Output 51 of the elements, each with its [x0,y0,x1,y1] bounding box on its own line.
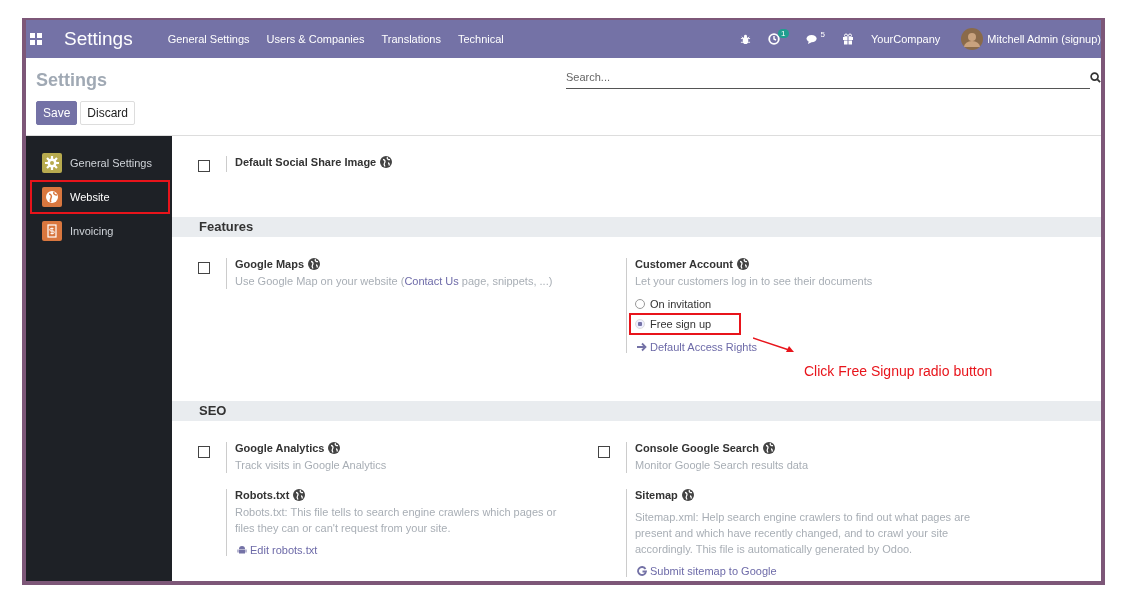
message-count: 5 [820,29,825,39]
menu-item[interactable]: Technical [457,33,504,45]
checkbox[interactable] [598,446,610,458]
radio-option[interactable]: On invitation [635,295,714,313]
checkbox[interactable] [198,446,210,458]
setting-description: Robots.txt: This file tells to search engine crawlers which pages or files they can or can't request from your site. [235,505,558,536]
page-title: Settings [36,70,108,91]
setting-title: Google Analytics [235,442,325,454]
robot-icon [237,545,247,555]
section-header: Features [172,217,1101,237]
sidebar-item[interactable]: Website [32,182,168,212]
setting-description: Track visits in Google Analytics [235,458,387,473]
checkbox[interactable] [198,160,210,172]
setting-description: Let your customers log in to see their documents [635,274,873,289]
sidebar-item[interactable]: General Settings [32,148,168,178]
setting-link[interactable]: Edit robots.txt [237,544,575,556]
bug-icon[interactable] [740,33,752,45]
user-menu[interactable]: Mitchell Admin (signup) [987,33,1101,45]
setting-title: Sitemap [635,489,678,501]
google-icon [637,566,647,576]
setting-title: Customer Account [635,258,733,270]
checkbox[interactable] [198,262,210,274]
arrow-right-icon [637,342,647,352]
search-icon[interactable] [1090,71,1101,83]
setting-description: Sitemap.xml: Help search engine crawlers to find out what pages are present and which have recently changed, and to crawl your site accordingly. This file is automatically generated by Odoo. [635,510,972,557]
app-title: Settings [64,28,133,50]
menu-item[interactable]: General Settings [167,33,250,45]
save-button[interactable]: Save [36,101,78,125]
clock-icon[interactable] [768,33,781,45]
discard-button[interactable]: Discard [80,101,136,125]
setting-title: Default Social Share Image [235,156,377,168]
setting-link[interactable]: Submit sitemap to Google [637,565,975,577]
chat-icon[interactable] [805,33,819,45]
sidebar-item[interactable]: Invoicing [32,216,168,246]
apps-menu-icon[interactable] [30,33,42,45]
menu-item[interactable]: Users & Companies [266,33,365,45]
setting-description: Monitor Google Search results data [635,458,809,473]
setting-link[interactable]: Default Access Rights [637,341,873,353]
search-field[interactable]: Search... [566,65,1090,89]
menu-item[interactable]: Translations [381,33,441,45]
section-header: SEO [172,401,1101,421]
contact-us-link[interactable]: Contact Us [404,275,459,287]
setting-title: Google Maps [235,258,305,270]
activity-count-badge: 1 [778,29,789,38]
radio-option[interactable]: Free sign up [631,315,740,333]
setting-description: Use Google Map on your website (Contact Us page, snippets, ...) [235,274,553,289]
setting-title: Console Google Search [635,442,760,454]
setting-title: Robots.txt [235,489,290,501]
annotation-text: Click Free Signup radio button [804,363,993,379]
company-switcher[interactable]: YourCompany [870,33,941,45]
gift-icon[interactable] [841,33,854,45]
